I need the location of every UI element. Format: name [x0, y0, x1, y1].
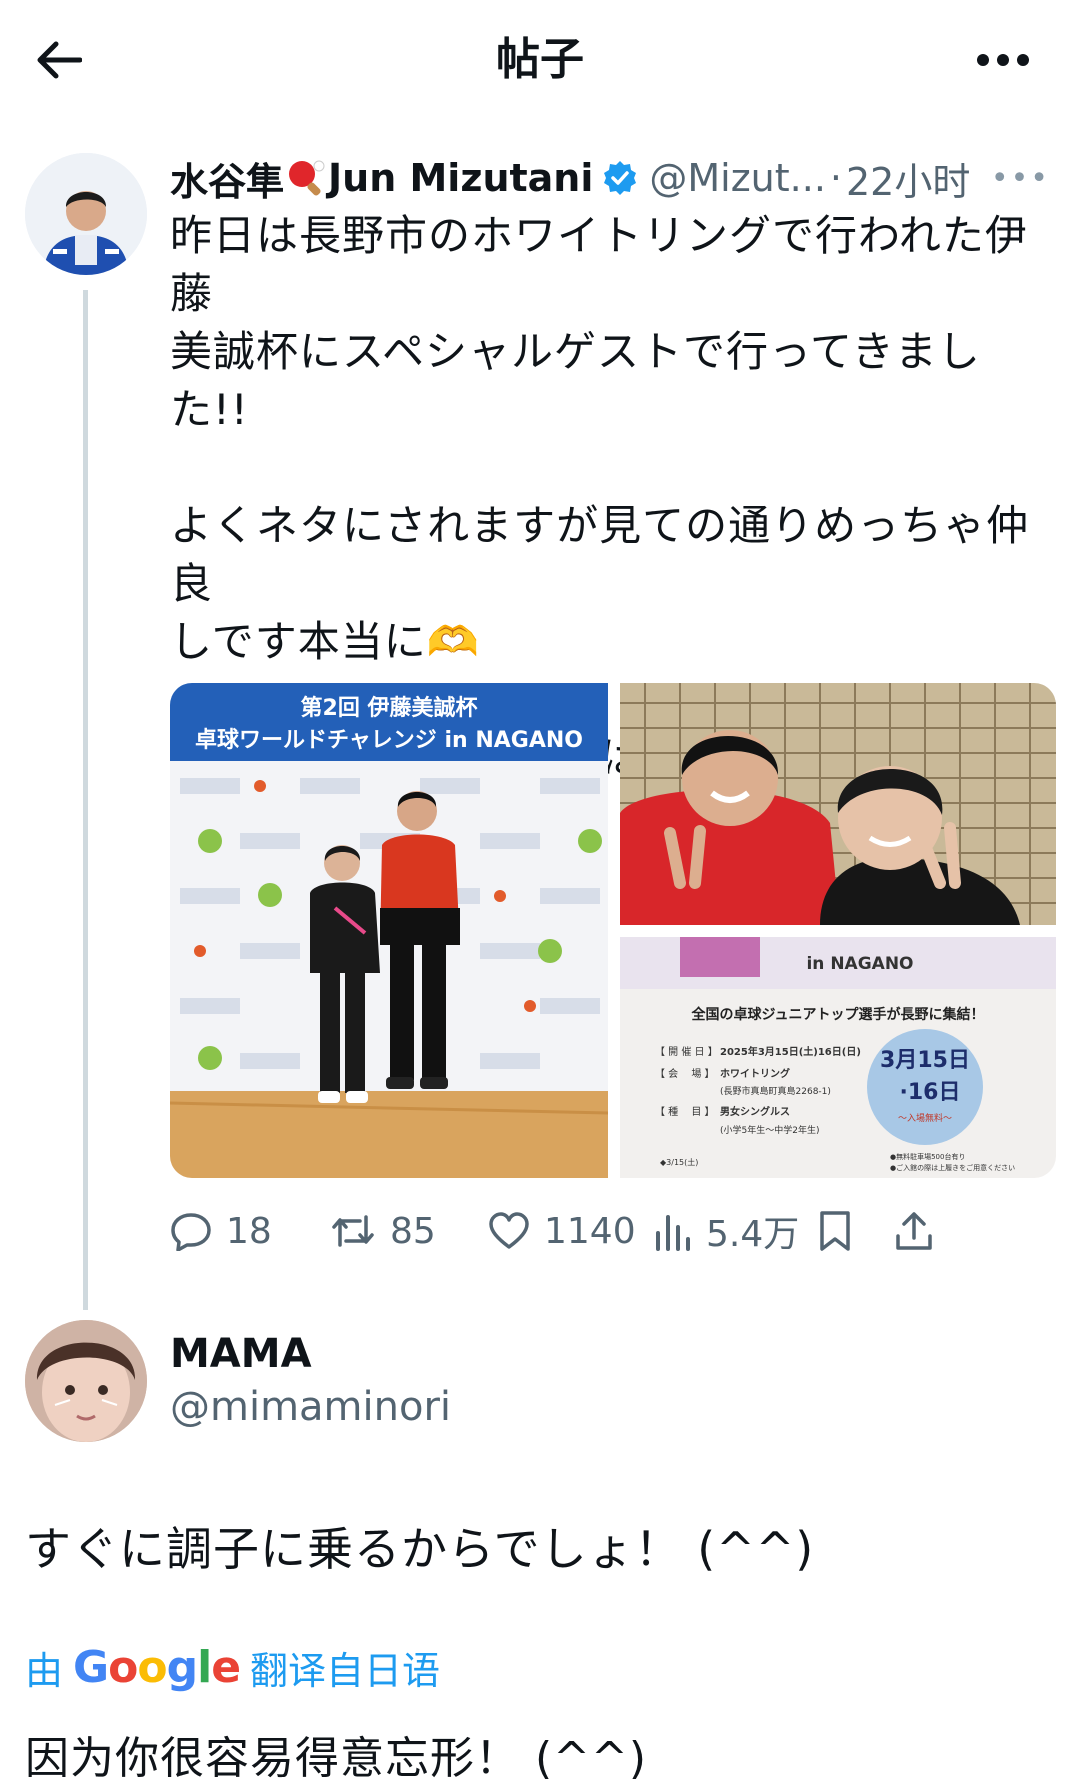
analytics-bar-icon	[656, 1215, 690, 1251]
poster-date-2: ·16日	[900, 1080, 961, 1105]
avatar-portrait-image	[25, 1320, 147, 1442]
tweet-more-icon[interactable]: •••	[991, 161, 1050, 196]
views-button[interactable]: 5.4万	[654, 1196, 799, 1266]
more-options-button[interactable]	[968, 30, 1038, 90]
translation-attribution[interactable]: 由 Google 翻译自日语	[25, 1640, 440, 1695]
poster-headline: 全国の卓球ジュニアトップ選手が長野に集結！	[690, 1006, 984, 1023]
reply-button[interactable]: 18	[170, 1196, 272, 1266]
retweet-icon	[332, 1215, 374, 1247]
poster-row3-value: 男女シングルス	[720, 1105, 790, 1118]
poster-row3-label: 【 種 目 】	[655, 1105, 715, 1118]
avatar-portrait-image	[25, 153, 147, 275]
tweet-media-grid: 第2回 伊藤美誠杯 卓球ワールドチャレンジ in NAGANO in NAGAN…	[170, 683, 1056, 1178]
google-logo: Google	[73, 1642, 241, 1693]
translated-text: 因为你很容易得意忘形！ (^^)	[25, 1733, 648, 1784]
poster-note2: ●ご入館の際は上履きをご用意ください	[890, 1163, 1015, 1172]
poster-row3-sub: (小学5年生〜中学2年生)	[720, 1124, 819, 1136]
retweet-button[interactable]: 85	[330, 1196, 436, 1266]
page-title: 帖子	[496, 34, 584, 85]
reply-count: 18	[226, 1210, 272, 1252]
photo-event-poster[interactable]: in NAGANO 全国の卓球ジュニアトップ選手が長野に集結！ 【 開 催 日 …	[620, 937, 1056, 1178]
tweet-header: 水谷隼 Jun Mizutani @Mizut... · 22小时 •••	[170, 148, 1050, 208]
bookmark-button[interactable]	[818, 1196, 866, 1266]
photo-selfie[interactable]	[620, 683, 1056, 925]
share-button[interactable]	[894, 1196, 948, 1266]
reply-text: すぐに調子に乗るからでしょ！ (^^)	[25, 1522, 815, 1576]
poster-row2-sub: (長野市真島町真島2268-1)	[720, 1085, 831, 1097]
like-count: 1140	[544, 1210, 636, 1252]
photo-event-backdrop[interactable]: 第2回 伊藤美誠杯 卓球ワールドチャレンジ in NAGANO	[170, 683, 609, 1178]
more-horizontal-icon	[977, 54, 1029, 66]
banner-line1: 第2回 伊藤美誠杯	[301, 695, 478, 721]
display-name[interactable]: 水谷隼	[170, 151, 284, 206]
translate-prefix: 由	[25, 1649, 64, 1693]
tweet-action-bar: 18 85 1140 5.4万	[170, 1196, 1050, 1266]
poster-row2-label: 【 会 場 】	[655, 1067, 715, 1080]
reply-handle[interactable]: @mimaminori	[170, 1384, 451, 1430]
translate-suffix: 翻译自日语	[250, 1649, 441, 1693]
poster-row2-value: ホワイトリング	[720, 1067, 790, 1080]
poster-footer: ◆3/15(土)	[660, 1157, 698, 1167]
poster-free: 〜入場無料〜	[898, 1112, 952, 1124]
avatar[interactable]	[25, 153, 147, 275]
retweet-count: 85	[390, 1210, 436, 1252]
poster-note1: ●無料駐車場500台有り	[890, 1152, 965, 1161]
handle[interactable]: @Mizut...	[649, 156, 826, 200]
display-name-latin[interactable]: Jun Mizutani	[328, 156, 593, 200]
poster-row1-label: 【 開 催 日 】	[655, 1045, 718, 1058]
banner-line2: 卓球ワールドチャレンジ in NAGANO	[195, 728, 583, 753]
timestamp[interactable]: 22小时	[846, 151, 970, 206]
poster-date-1: 3月15日	[880, 1048, 970, 1073]
like-button[interactable]: 1140	[488, 1196, 636, 1266]
poster-title: in NAGANO	[806, 954, 913, 974]
bookmark-icon	[820, 1211, 850, 1251]
share-icon	[896, 1212, 932, 1250]
verified-badge-icon	[601, 159, 639, 197]
separator-dot: ·	[829, 156, 842, 200]
ping-pong-paddle-icon	[286, 158, 326, 198]
reply-display-name[interactable]: MAMA	[170, 1331, 312, 1377]
thread-line	[83, 290, 88, 1310]
views-count: 5.4万	[706, 1214, 800, 1255]
poster-row1-value: 2025年3月15日(土)16日(日)	[720, 1045, 861, 1058]
avatar[interactable]	[25, 1320, 147, 1442]
heart-icon	[489, 1212, 529, 1249]
reply-icon	[171, 1213, 211, 1251]
